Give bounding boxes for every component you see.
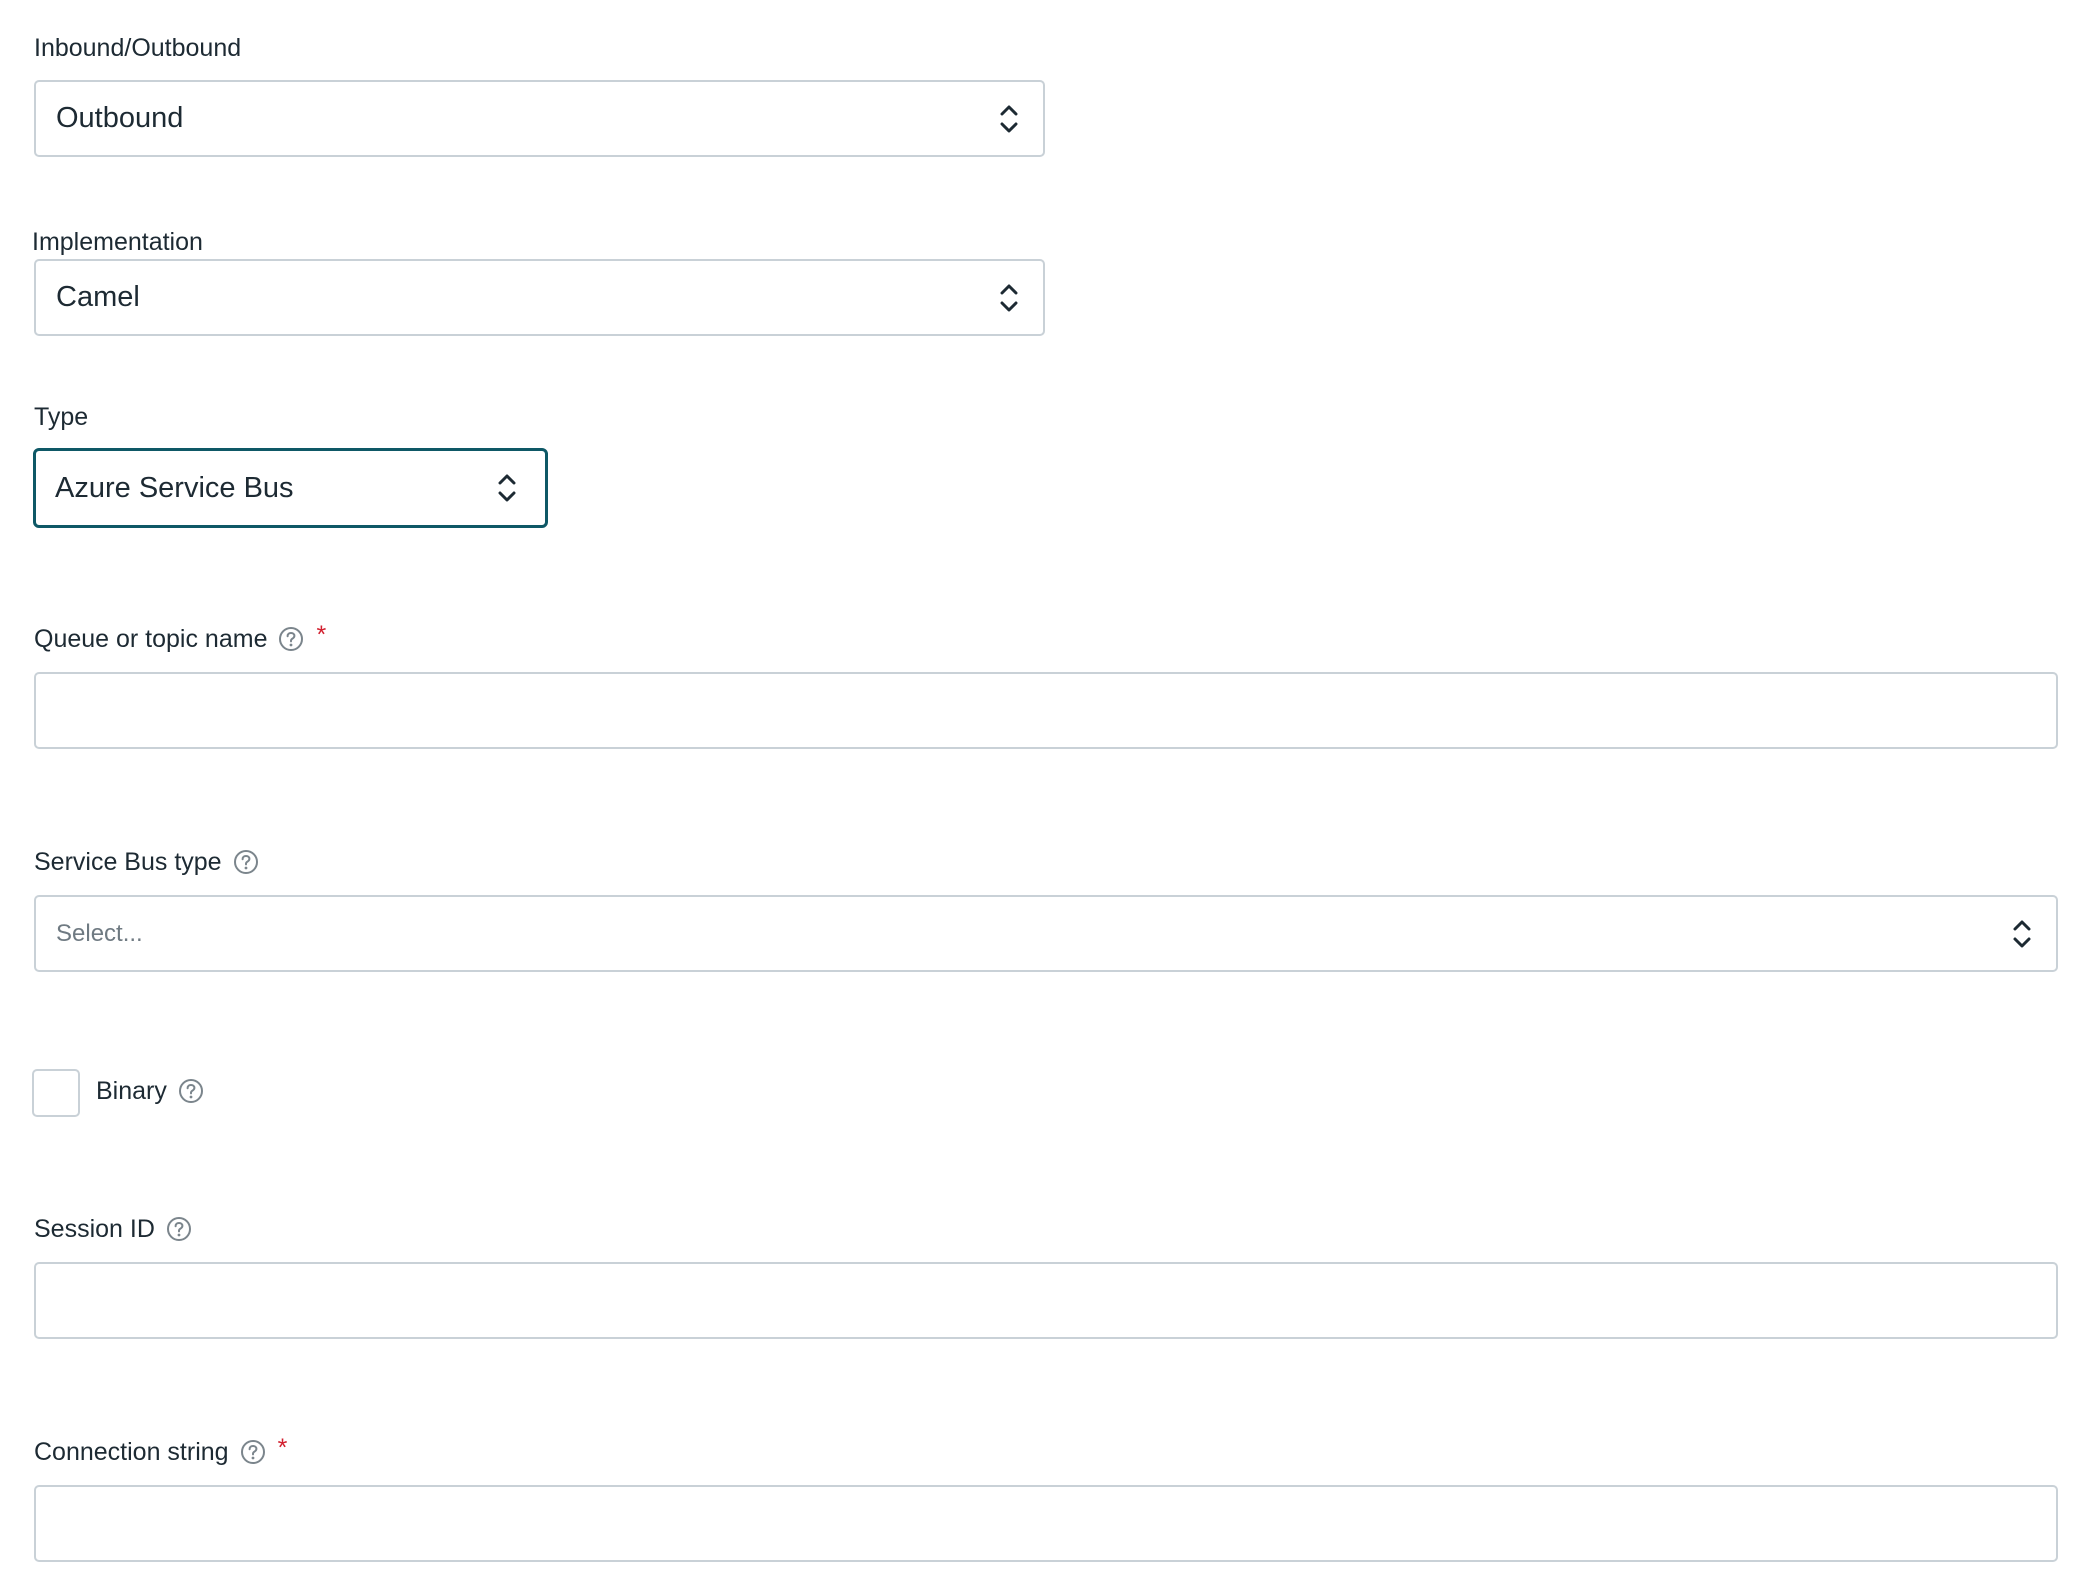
direction-select[interactable]: Outbound — [34, 80, 1045, 157]
chevron-up-down-icon — [999, 281, 1019, 315]
type-select[interactable]: Azure Service Bus — [33, 448, 548, 528]
queue-name-label: Queue or topic name * — [34, 621, 327, 653]
help-icon[interactable] — [178, 1078, 204, 1104]
implementation-select-value: Camel — [56, 281, 140, 313]
chevron-up-down-icon — [2012, 917, 2032, 951]
required-indicator: * — [277, 1434, 288, 1462]
help-icon[interactable] — [166, 1216, 192, 1242]
binary-label: Binary — [96, 1076, 204, 1106]
direction-label: Inbound/Outbound — [34, 34, 242, 62]
connection-string-input[interactable] — [34, 1485, 2058, 1562]
chevron-up-down-icon — [497, 471, 517, 505]
type-select-value: Azure Service Bus — [55, 471, 294, 504]
connection-string-label: Connection string * — [34, 1434, 288, 1466]
session-id-input[interactable] — [34, 1262, 2058, 1339]
binary-checkbox[interactable] — [32, 1069, 80, 1117]
help-icon[interactable] — [233, 849, 259, 875]
service-bus-type-label: Service Bus type — [34, 847, 259, 877]
session-id-label: Session ID — [34, 1214, 192, 1244]
implementation-select[interactable]: Camel — [34, 259, 1045, 336]
implementation-label: Implementation — [32, 228, 203, 256]
required-indicator: * — [316, 621, 327, 649]
direction-select-value: Outbound — [56, 102, 184, 134]
type-label: Type — [34, 403, 89, 431]
help-icon[interactable] — [240, 1439, 266, 1465]
service-bus-type-placeholder: Select... — [56, 919, 143, 947]
chevron-up-down-icon — [999, 102, 1019, 136]
help-icon[interactable] — [278, 626, 304, 652]
queue-name-input[interactable] — [34, 672, 2058, 749]
service-bus-type-select[interactable]: Select... — [34, 895, 2058, 972]
